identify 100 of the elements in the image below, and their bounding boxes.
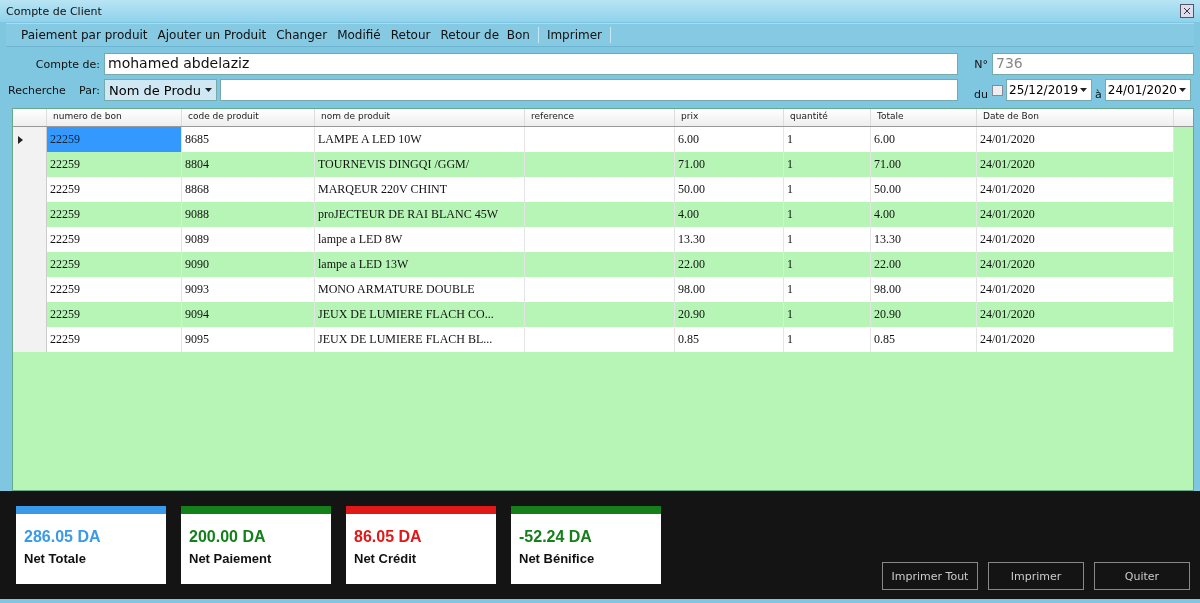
summary-value: -52.24 DA [519,528,593,546]
table-cell: 1 [784,227,871,252]
table-cell: 22259 [47,152,182,177]
column-header[interactable]: prix [675,109,784,126]
summary-value: 86.05 DA [354,528,423,546]
column-header[interactable]: Totale [871,109,977,126]
table-cell: 13.30 [675,227,784,252]
table-cell: 9088 [182,202,315,227]
summary-label: Net Bénifice [519,551,596,566]
account-field[interactable]: mohamed abdelaziz [104,53,958,75]
table-cell: lampe a LED 13W [315,252,525,277]
table-cell: 13.30 [871,227,977,252]
table-cell: 22259 [47,252,182,277]
table-cell: proJECTEUR DE RAI BLANC 45W [315,202,525,227]
row-header[interactable] [13,127,47,152]
table-cell: 24/01/2020 [977,177,1174,202]
toolbar-button[interactable]: Modifié [332,28,386,42]
action-button[interactable]: Imprimer [988,562,1084,590]
table-cell: 22259 [47,302,182,327]
table-cell: 9093 [182,277,315,302]
checkbox[interactable] [992,84,1003,96]
action-button[interactable]: Imprimer Tout [882,562,978,590]
table-cell: JEUX DE LUMIERE FLACH BL... [315,327,525,352]
table-cell: 9094 [182,302,315,327]
table-cell: 71.00 [871,152,977,177]
table-cell: 24/01/2020 [977,252,1174,277]
column-header[interactable]: quantité [784,109,871,126]
table-cell: MONO ARMATURE DOUBLE [315,277,525,302]
table-cell: 24/01/2020 [977,202,1174,227]
caret-icon [1080,88,1088,92]
table-cell: 22259 [47,327,182,352]
table-cell: 24/01/2020 [977,152,1174,177]
column-header[interactable]: Date de Bon [977,109,1174,126]
column-header[interactable]: nom de produit [315,109,525,126]
table-cell: 0.85 [675,327,784,352]
summary-value: 200.00 DA [189,528,267,546]
table-cell: JEUX DE LUMIERE FLACH CO... [315,302,525,327]
toolbar-button[interactable]: Changer [271,28,333,42]
field-label: N° [973,57,989,71]
table-cell: 9090 [182,252,315,277]
table-cell: 8685 [182,127,315,152]
table-cell: 98.00 [871,277,977,302]
date-picker[interactable]: 24/01/2020 [1104,79,1191,101]
table-cell: 1 [784,277,871,302]
table-cell: 22259 [47,227,182,252]
field-label: du [973,88,989,101]
field-label: Par: [78,83,101,97]
window-title: Compte de Client [6,4,102,18]
table-cell: 8804 [182,152,315,177]
table-cell: 24/01/2020 [977,127,1174,152]
caret-icon [1178,88,1186,92]
table-cell: 50.00 [871,177,977,202]
table-cell: 22259 [47,202,182,227]
summary-value: 286.05 DA [24,528,102,546]
table-cell: lampe a LED 8W [315,227,525,252]
table-cell: 98.00 [675,277,784,302]
action-button[interactable]: Quiter [1094,562,1190,590]
column-header[interactable]: code de produit [182,109,315,126]
table-cell: 9089 [182,227,315,252]
summary-label: Net Crédit [354,551,418,566]
search-field[interactable] [220,79,958,101]
date-picker[interactable]: 25/12/2019 [1006,79,1092,101]
table-cell: MARQEUR 220V CHINT [315,177,525,202]
table-cell: 6.00 [675,127,784,152]
table-cell: LAMPE A LED 10W [315,127,525,152]
table-cell: 22.00 [871,252,977,277]
table-cell: 1 [784,127,871,152]
toolbar-button[interactable]: Paiement par produit [16,28,153,42]
toolbar-button[interactable]: Retour de Bon [435,28,535,42]
table-cell: 22259 [47,277,182,302]
table-cell: 24/01/2020 [977,302,1174,327]
summary-label: Net Paiement [189,551,273,566]
table-cell: TOURNEVIS DINGQI /GGM/ [315,152,525,177]
table-cell: 24/01/2020 [977,277,1174,302]
toolbar-button[interactable]: Ajouter un Produit [152,28,272,42]
table-cell: 24/01/2020 [977,227,1174,252]
table-cell: 1 [784,327,871,352]
number-field[interactable]: 736 [992,53,1194,75]
search-by-dropdown[interactable]: Nom de Produ [104,79,217,101]
table-cell: 4.00 [871,202,977,227]
column-header[interactable]: numero de bon [47,109,182,126]
table-cell: 0.85 [871,327,977,352]
table-cell: 22259 [47,127,182,152]
table-cell: 4.00 [675,202,784,227]
toolbar-button[interactable]: Retour [385,28,436,42]
table-cell: 20.90 [675,302,784,327]
table-cell: 22.00 [675,252,784,277]
close-icon[interactable] [1180,4,1194,18]
caret-icon [205,88,212,92]
table-cell: 20.90 [871,302,977,327]
table-cell: 8868 [182,177,315,202]
table-cell: 6.00 [871,127,977,152]
field-label: Compte de: [34,57,101,71]
toolbar-button[interactable]: Imprimer [541,28,607,42]
current-row-icon [18,135,23,144]
summary-label: Net Totale [24,551,87,566]
table-cell: 9095 [182,327,315,352]
table-cell: 50.00 [675,177,784,202]
table-cell: 24/01/2020 [977,327,1174,352]
column-header[interactable]: reference [525,109,675,126]
